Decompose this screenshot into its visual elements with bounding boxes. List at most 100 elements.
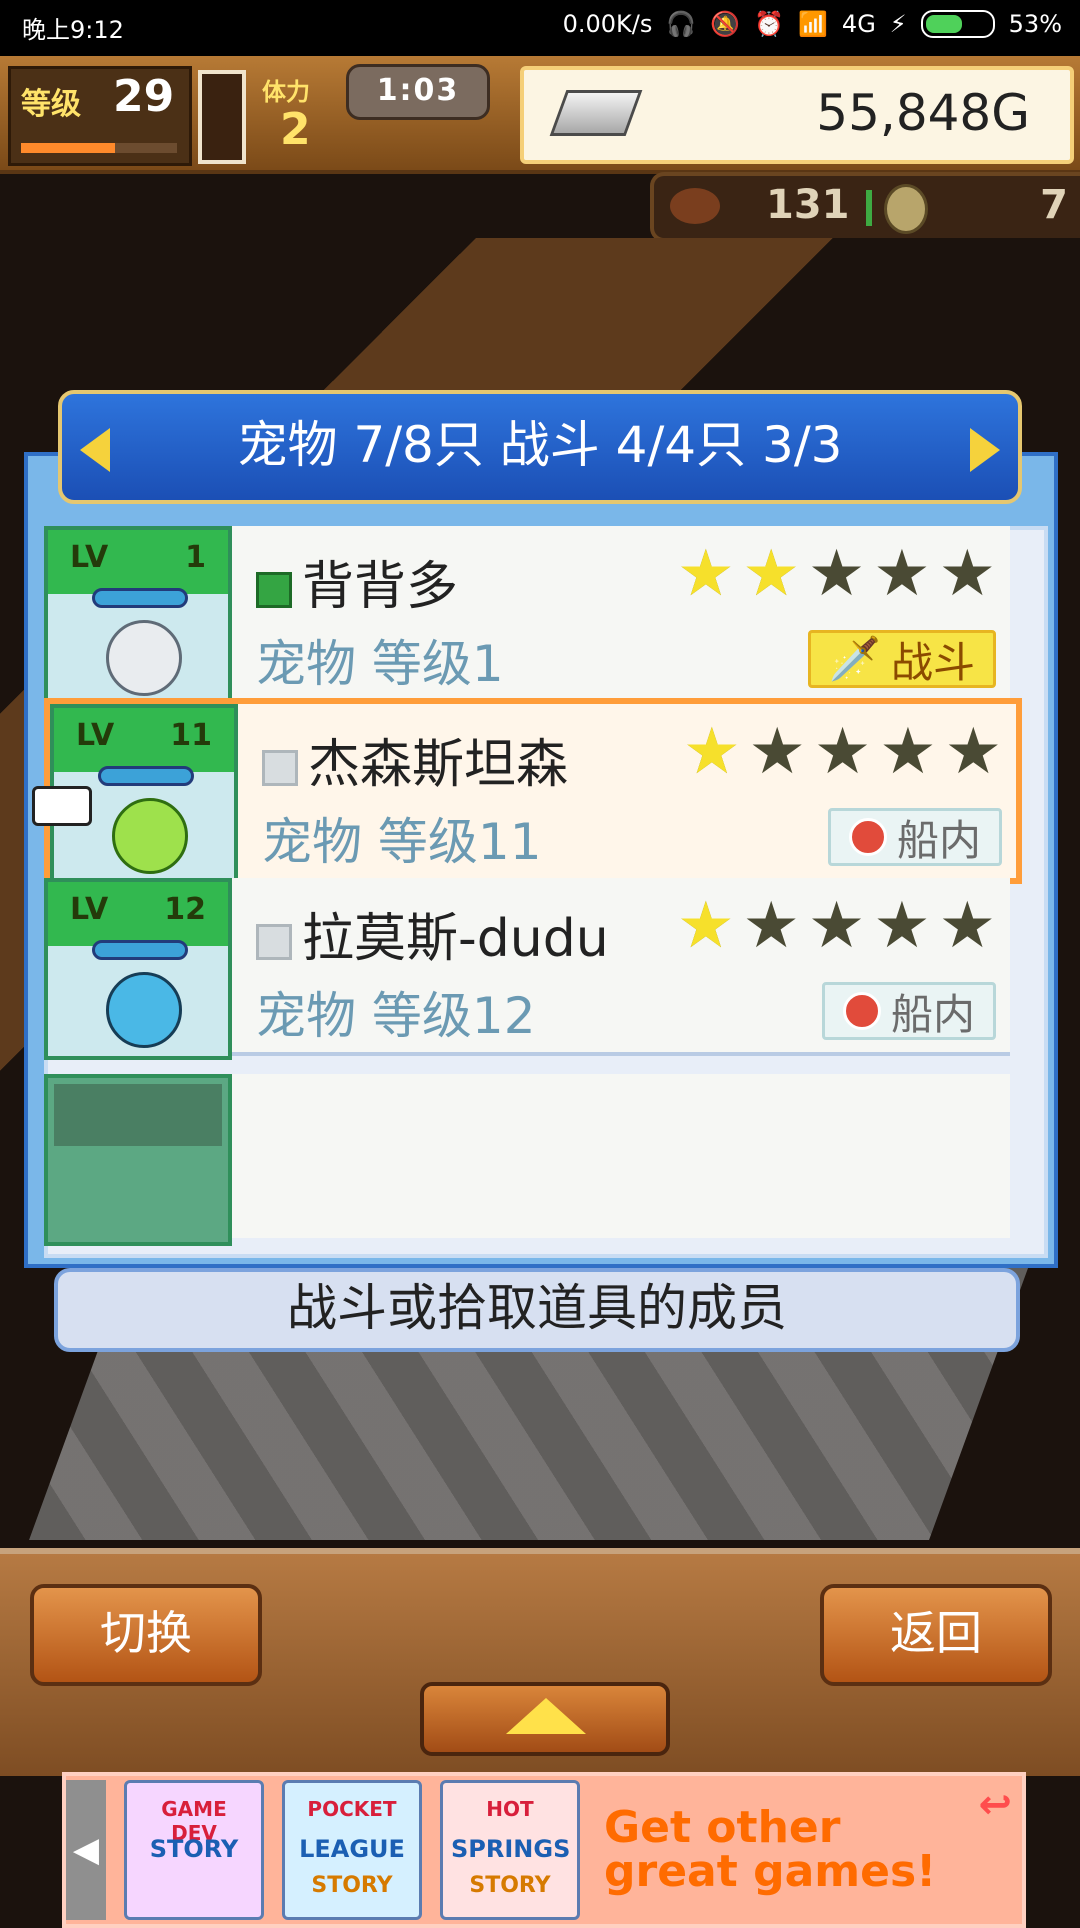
pet-row-selected[interactable]: LV 11 杰森斯坦森 宠物 等级11 ★ ★ ★ ★ ★ 船内 bbox=[44, 698, 1022, 886]
xp-bar bbox=[21, 143, 177, 153]
empty-pet-slot[interactable] bbox=[44, 1074, 1010, 1246]
rank-gem-icon bbox=[262, 750, 298, 786]
rating-stars: ★ ★ ★ ★ ★ bbox=[677, 889, 996, 963]
ad-banner[interactable]: ◀ GAME DEV STORY POCKET LEAGUE STORY HOT… bbox=[62, 1772, 1026, 1928]
pet-hp-bar bbox=[92, 588, 188, 608]
star-icon: ★ bbox=[873, 537, 931, 611]
pet-level-banner: LV 11 bbox=[54, 708, 234, 772]
next-page-arrow-icon[interactable] bbox=[970, 428, 1000, 472]
level-value: 29 bbox=[113, 71, 175, 122]
bottom-controls: 切换 返回 bbox=[0, 1548, 1080, 1776]
pet-hp-bar bbox=[98, 766, 194, 786]
pet-thumb: LV 12 bbox=[44, 878, 232, 1060]
onboard-label: 船内 bbox=[890, 989, 975, 1039]
pet-level-banner: LV 1 bbox=[48, 530, 228, 594]
resource-bar: 131 7 bbox=[650, 172, 1080, 242]
top-hud: 等级 29 体力 2 1:03 55,848G bbox=[0, 56, 1080, 174]
player-level-box: 等级 29 bbox=[8, 66, 192, 166]
scroll-up-button[interactable] bbox=[420, 1682, 670, 1756]
ad-arrow-icon[interactable]: ↩ bbox=[978, 1782, 1012, 1828]
stamina-value: 2 bbox=[280, 104, 311, 155]
pet-name: 杰森斯坦森 bbox=[262, 722, 568, 797]
ad-prev-icon[interactable]: ◀ bbox=[66, 1780, 106, 1920]
game-tile[interactable]: GAME DEV STORY bbox=[124, 1780, 264, 1920]
prev-page-arrow-icon[interactable] bbox=[80, 428, 110, 472]
pet-subtitle: 宠物 等级12 bbox=[256, 987, 536, 1045]
battle-label: 战斗 bbox=[890, 637, 975, 687]
xp-fill bbox=[21, 143, 115, 153]
game-tile[interactable]: POCKET LEAGUE STORY bbox=[282, 1780, 422, 1920]
sword-icon: 🗡️ bbox=[828, 634, 881, 683]
game-tile[interactable]: HOT SPRINGS STORY bbox=[440, 1780, 580, 1920]
info-bar: 战斗或拾取道具的成员 bbox=[54, 1268, 1020, 1352]
lv-number: 12 bbox=[164, 892, 206, 927]
battery-icon bbox=[920, 10, 995, 38]
battle-badge: 🗡️ 战斗 bbox=[807, 630, 996, 688]
food-value: 131 bbox=[766, 182, 850, 228]
star-icon: ★ bbox=[873, 889, 931, 963]
gold-panel: 55,848G bbox=[520, 66, 1074, 164]
star-icon: ★ bbox=[807, 889, 866, 963]
pet-list-title: 宠物 7/8只 战斗 4/4只 3/3 bbox=[237, 416, 843, 474]
pet-list-header: 宠物 7/8只 战斗 4/4只 3/3 bbox=[58, 390, 1022, 504]
back-button[interactable]: 返回 bbox=[820, 1584, 1052, 1686]
lv-label: LV bbox=[70, 540, 109, 575]
charging-icon: ⚡ bbox=[889, 10, 907, 38]
lv-number: 11 bbox=[170, 718, 212, 753]
status-bar: 晚上9:12 0.00K/s 🎧 🔕 ⏰ 📶 4G ⚡ 53% bbox=[0, 0, 1080, 56]
up-arrow-icon bbox=[506, 1698, 586, 1734]
pet-subtitle: 宠物 等级1 bbox=[256, 635, 504, 693]
status-time: 晚上9:12 bbox=[22, 16, 124, 44]
star-icon: ★ bbox=[813, 715, 872, 789]
gold-bar-icon bbox=[549, 90, 643, 136]
rating-stars: ★ ★ ★ ★ ★ bbox=[677, 537, 996, 611]
empty-thumb-top bbox=[54, 1084, 222, 1146]
star-icon: ★ bbox=[938, 889, 996, 963]
stamina-label: 体力 bbox=[262, 78, 310, 106]
network-type: 4G bbox=[841, 10, 876, 38]
coin-value: 7 bbox=[1040, 182, 1068, 228]
status-right: 0.00K/s 🎧 🔕 ⏰ 📶 4G ⚡ 53% bbox=[563, 10, 1062, 38]
rank-gem-icon bbox=[256, 572, 292, 608]
slime-pet-icon bbox=[112, 798, 188, 874]
level-label: 等级 bbox=[21, 87, 81, 122]
hand-pointer-icon bbox=[32, 786, 92, 826]
meat-icon bbox=[670, 188, 720, 224]
signal-icon: 📶 bbox=[798, 10, 828, 38]
pet-name: 拉莫斯-dudu bbox=[256, 896, 609, 971]
alarm-icon: ⏰ bbox=[754, 10, 785, 38]
lv-number: 1 bbox=[185, 540, 206, 575]
pet-row[interactable]: LV 1 背背多 宠物 等级1 ★ ★ ★ ★ ★ 🗡️ 战斗 bbox=[44, 526, 1010, 708]
pet-hp-bar bbox=[92, 940, 188, 960]
gold-value: 55,848G bbox=[816, 84, 1030, 142]
onboard-badge: 船内 bbox=[821, 982, 996, 1040]
onboard-label: 船内 bbox=[896, 815, 981, 865]
magnifier-icon bbox=[848, 818, 887, 856]
star-icon: ★ bbox=[683, 715, 741, 789]
dragon-pet-icon bbox=[106, 972, 182, 1048]
pet-list: LV 1 背背多 宠物 等级1 ★ ★ ★ ★ ★ 🗡️ 战斗 LV 11 杰森… bbox=[44, 526, 1022, 1246]
star-icon: ★ bbox=[677, 889, 735, 963]
lv-label: LV bbox=[70, 892, 109, 927]
resource-separator bbox=[866, 190, 872, 226]
star-icon: ★ bbox=[748, 715, 806, 789]
onboard-badge: 船内 bbox=[827, 808, 1002, 866]
bell-muted-icon: 🔕 bbox=[710, 10, 741, 38]
star-icon: ★ bbox=[742, 889, 800, 963]
magnifier-icon bbox=[842, 992, 881, 1030]
pet-subtitle: 宠物 等级11 bbox=[262, 813, 542, 871]
star-icon: ★ bbox=[807, 537, 866, 611]
pet-name: 背背多 bbox=[256, 544, 458, 619]
star-icon: ★ bbox=[879, 715, 937, 789]
battery-fill bbox=[925, 15, 963, 33]
switch-button[interactable]: 切换 bbox=[30, 1584, 262, 1686]
rank-gem-icon bbox=[256, 924, 292, 960]
rating-stars: ★ ★ ★ ★ ★ bbox=[683, 715, 1002, 789]
battery-percent: 53% bbox=[1008, 10, 1062, 38]
timer: 1:03 bbox=[346, 64, 490, 120]
ghost-pet-icon bbox=[106, 620, 182, 696]
empty-thumb bbox=[44, 1074, 232, 1246]
pet-row[interactable]: LV 12 拉莫斯-dudu 宠物 等级12 ★ ★ ★ ★ ★ 船内 bbox=[44, 878, 1010, 1060]
coin-icon bbox=[884, 184, 928, 234]
ad-text: Get other great games! bbox=[604, 1802, 937, 1897]
